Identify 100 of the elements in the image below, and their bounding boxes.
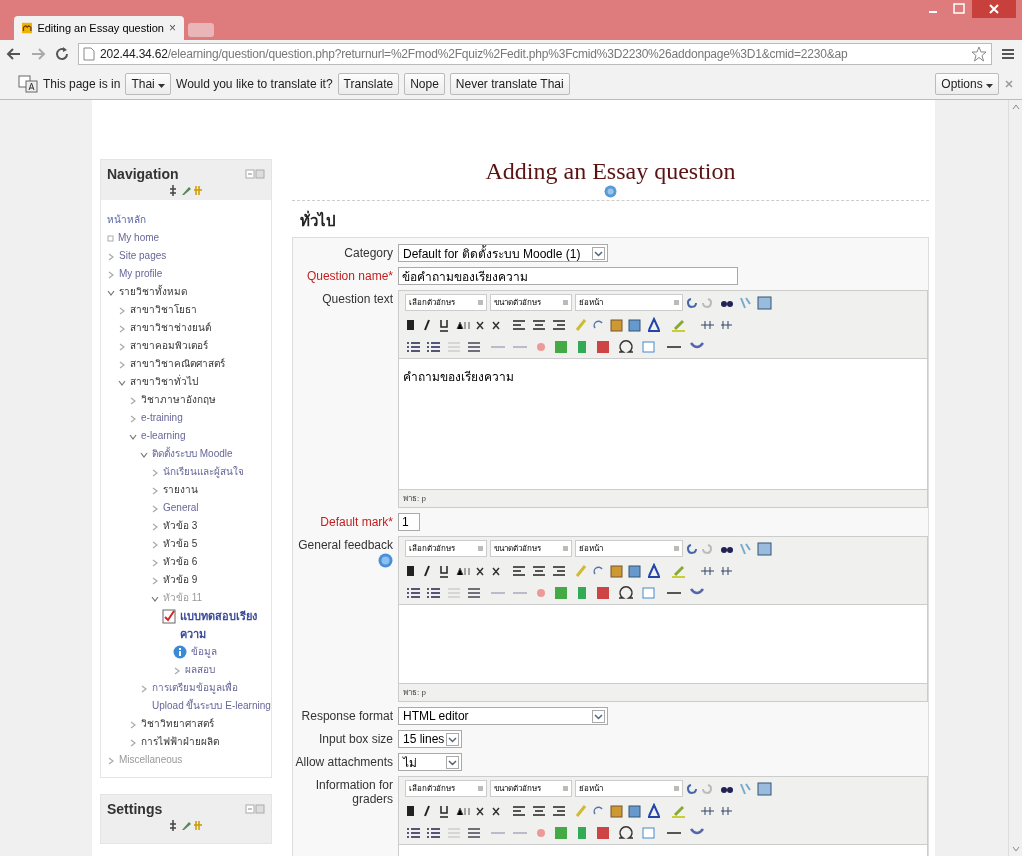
options-button[interactable]: Options xyxy=(935,72,999,95)
chevron-icon[interactable] xyxy=(151,577,159,585)
back-icon[interactable] xyxy=(6,46,22,62)
nav-item[interactable]: สาขาวิชาทั่วไป xyxy=(130,373,198,391)
size-dropdown[interactable]: ขนาดตัวอักษร xyxy=(490,294,572,311)
nav-item[interactable]: สาขาวิชาโยธา xyxy=(130,301,197,319)
translate-bar-button[interactable]: Never translate Thai xyxy=(449,72,570,95)
nav-item[interactable]: การไฟฟ้าฝ่ายผลิต xyxy=(141,733,219,751)
close-icon[interactable] xyxy=(972,0,1016,18)
chevron-icon[interactable] xyxy=(151,559,159,567)
dropdown-field[interactable]: Default for ติดตั้งระบบ Moodle (1) xyxy=(398,244,608,262)
chevron-icon[interactable] xyxy=(107,289,115,297)
paragraph-dropdown[interactable]: ย่อหน้า xyxy=(575,780,683,797)
size-dropdown[interactable]: ขนาดตัวอักษร xyxy=(490,780,572,797)
text-input-field[interactable]: ข้อคำถามของเรียงความ xyxy=(398,267,738,285)
browser-tab[interactable]: Editing an Essay question × xyxy=(14,16,184,40)
nav-item[interactable]: หัวข้อ 9 xyxy=(163,571,198,589)
chevron-icon[interactable] xyxy=(118,307,126,315)
chevron-icon[interactable] xyxy=(129,739,137,747)
field-label: Question text xyxy=(322,292,393,306)
nav-item[interactable]: สาขาวิชาคณิตศาสตร์ xyxy=(130,355,225,373)
info-icon xyxy=(173,645,187,659)
chevron-icon[interactable] xyxy=(151,595,159,603)
nav-item[interactable]: My profile xyxy=(119,265,163,283)
page-title: Adding an Essay question xyxy=(484,158,737,185)
dropdown-field[interactable]: HTML editor xyxy=(398,707,608,725)
chevron-icon[interactable] xyxy=(118,361,126,369)
size-dropdown[interactable]: ขนาดตัวอักษร xyxy=(490,540,572,557)
chevron-icon[interactable] xyxy=(140,685,148,693)
chevron-icon[interactable] xyxy=(129,397,137,405)
paragraph-dropdown[interactable]: ย่อหน้า xyxy=(575,294,683,311)
language-dropdown[interactable]: Thai xyxy=(125,72,172,95)
star-icon[interactable] xyxy=(971,46,987,62)
nav-item[interactable]: Site pages xyxy=(119,247,167,265)
scrollbar[interactable] xyxy=(1008,100,1022,856)
tab-close-button[interactable]: × xyxy=(169,21,176,35)
address-bar[interactable]: 202.44.34.62/elearning/question/question.php?returnurl=%2Fmod%2Fquiz%2Fedit.php%3Fcmid%3D2230%26addonpage%3D1&cmid=2230&ap xyxy=(78,43,992,65)
chevron-icon[interactable] xyxy=(118,343,126,351)
scroll-down-icon[interactable] xyxy=(1011,846,1020,852)
chevron-icon[interactable] xyxy=(129,415,137,423)
nav-item[interactable]: สาขาคอมพิวเตอร์ xyxy=(130,337,208,355)
dock-icon[interactable] xyxy=(245,169,265,179)
dropdown-field[interactable]: 15 lines xyxy=(398,730,462,748)
nav-item[interactable]: My home xyxy=(118,229,160,247)
help-icon[interactable] xyxy=(378,553,393,568)
field-label: Response format xyxy=(301,709,393,723)
translate-bar-button[interactable]: Translate xyxy=(337,72,400,95)
translate-bar-button[interactable]: Nope xyxy=(404,72,445,95)
chevron-icon[interactable] xyxy=(129,433,137,441)
font-dropdown[interactable]: เลือกตัวอักษร xyxy=(405,780,487,797)
bullet-icon xyxy=(107,235,114,242)
menu-icon[interactable] xyxy=(1000,46,1016,62)
dropdown-field[interactable]: ไม่ xyxy=(398,753,462,771)
chevron-icon[interactable] xyxy=(151,541,159,549)
chevron-icon[interactable] xyxy=(173,667,181,675)
nav-item[interactable]: รายงาน xyxy=(163,481,198,499)
nav-item[interactable]: หัวข้อ 6 xyxy=(163,553,198,571)
forward-icon[interactable] xyxy=(30,46,46,62)
chevron-icon[interactable] xyxy=(107,253,115,261)
nav-item[interactable]: นักเรียนและผู้สนใจ xyxy=(163,463,244,481)
nav-item[interactable]: ข้อมูล xyxy=(191,643,217,661)
chevron-icon[interactable] xyxy=(151,505,159,513)
chevron-icon[interactable] xyxy=(107,757,115,765)
nav-item[interactable]: หัวข้อ 5 xyxy=(163,535,198,553)
nav-item[interactable]: General xyxy=(163,499,199,517)
dock-icon[interactable] xyxy=(245,804,265,814)
block-actions-icon[interactable] xyxy=(169,820,203,831)
field-label: General feedback xyxy=(298,538,393,552)
help-icon[interactable] xyxy=(604,185,617,198)
chevron-icon[interactable] xyxy=(140,451,148,459)
font-dropdown[interactable]: เลือกตัวอักษร xyxy=(405,540,487,557)
field-label: Allow attachments xyxy=(295,755,393,769)
block-actions-icon[interactable] xyxy=(169,185,203,196)
paragraph-dropdown[interactable]: ย่อหน้า xyxy=(575,540,683,557)
nav-home-link[interactable]: หน้าหลัก xyxy=(101,212,271,227)
chevron-icon[interactable] xyxy=(118,379,126,387)
nav-item[interactable]: แบบทดสอบเรียงความ xyxy=(180,607,271,643)
scroll-up-icon[interactable] xyxy=(1011,104,1020,110)
nav-item[interactable]: สาขาวิชาช่างยนต์ xyxy=(130,319,211,337)
reload-icon[interactable] xyxy=(54,46,70,62)
nav-item[interactable]: วิชาวิทยาศาสตร์ xyxy=(141,715,214,733)
nav-item[interactable]: วิชาภาษาอังกฤษ xyxy=(141,391,216,409)
chevron-icon[interactable] xyxy=(151,523,159,531)
chevron-icon[interactable] xyxy=(118,325,126,333)
chevron-icon[interactable] xyxy=(151,469,159,477)
nav-item[interactable]: e-training xyxy=(141,409,183,427)
chevron-icon[interactable] xyxy=(129,721,137,729)
nav-item[interactable]: e-learning xyxy=(141,427,186,445)
field-label: Question name* xyxy=(306,269,393,283)
nav-item[interactable]: ผลสอบ xyxy=(185,661,215,679)
new-tab-button[interactable] xyxy=(188,23,214,37)
nav-item[interactable]: หัวข้อ 3 xyxy=(163,517,198,535)
nav-item[interactable]: การเตรียมข้อมูลเพื่อ Upload ขึ้นระบบ E-learning xyxy=(152,679,271,715)
chevron-icon[interactable] xyxy=(151,487,159,495)
text-input-field[interactable]: 1 xyxy=(398,513,420,531)
nav-item[interactable]: ติดตั้งระบบ Moodle xyxy=(152,445,233,463)
nav-item[interactable]: รายวิชาทั้งหมด xyxy=(119,283,187,301)
font-dropdown[interactable]: เลือกตัวอักษร xyxy=(405,294,487,311)
chevron-icon[interactable] xyxy=(107,271,115,279)
close-icon[interactable] xyxy=(1004,78,1014,89)
